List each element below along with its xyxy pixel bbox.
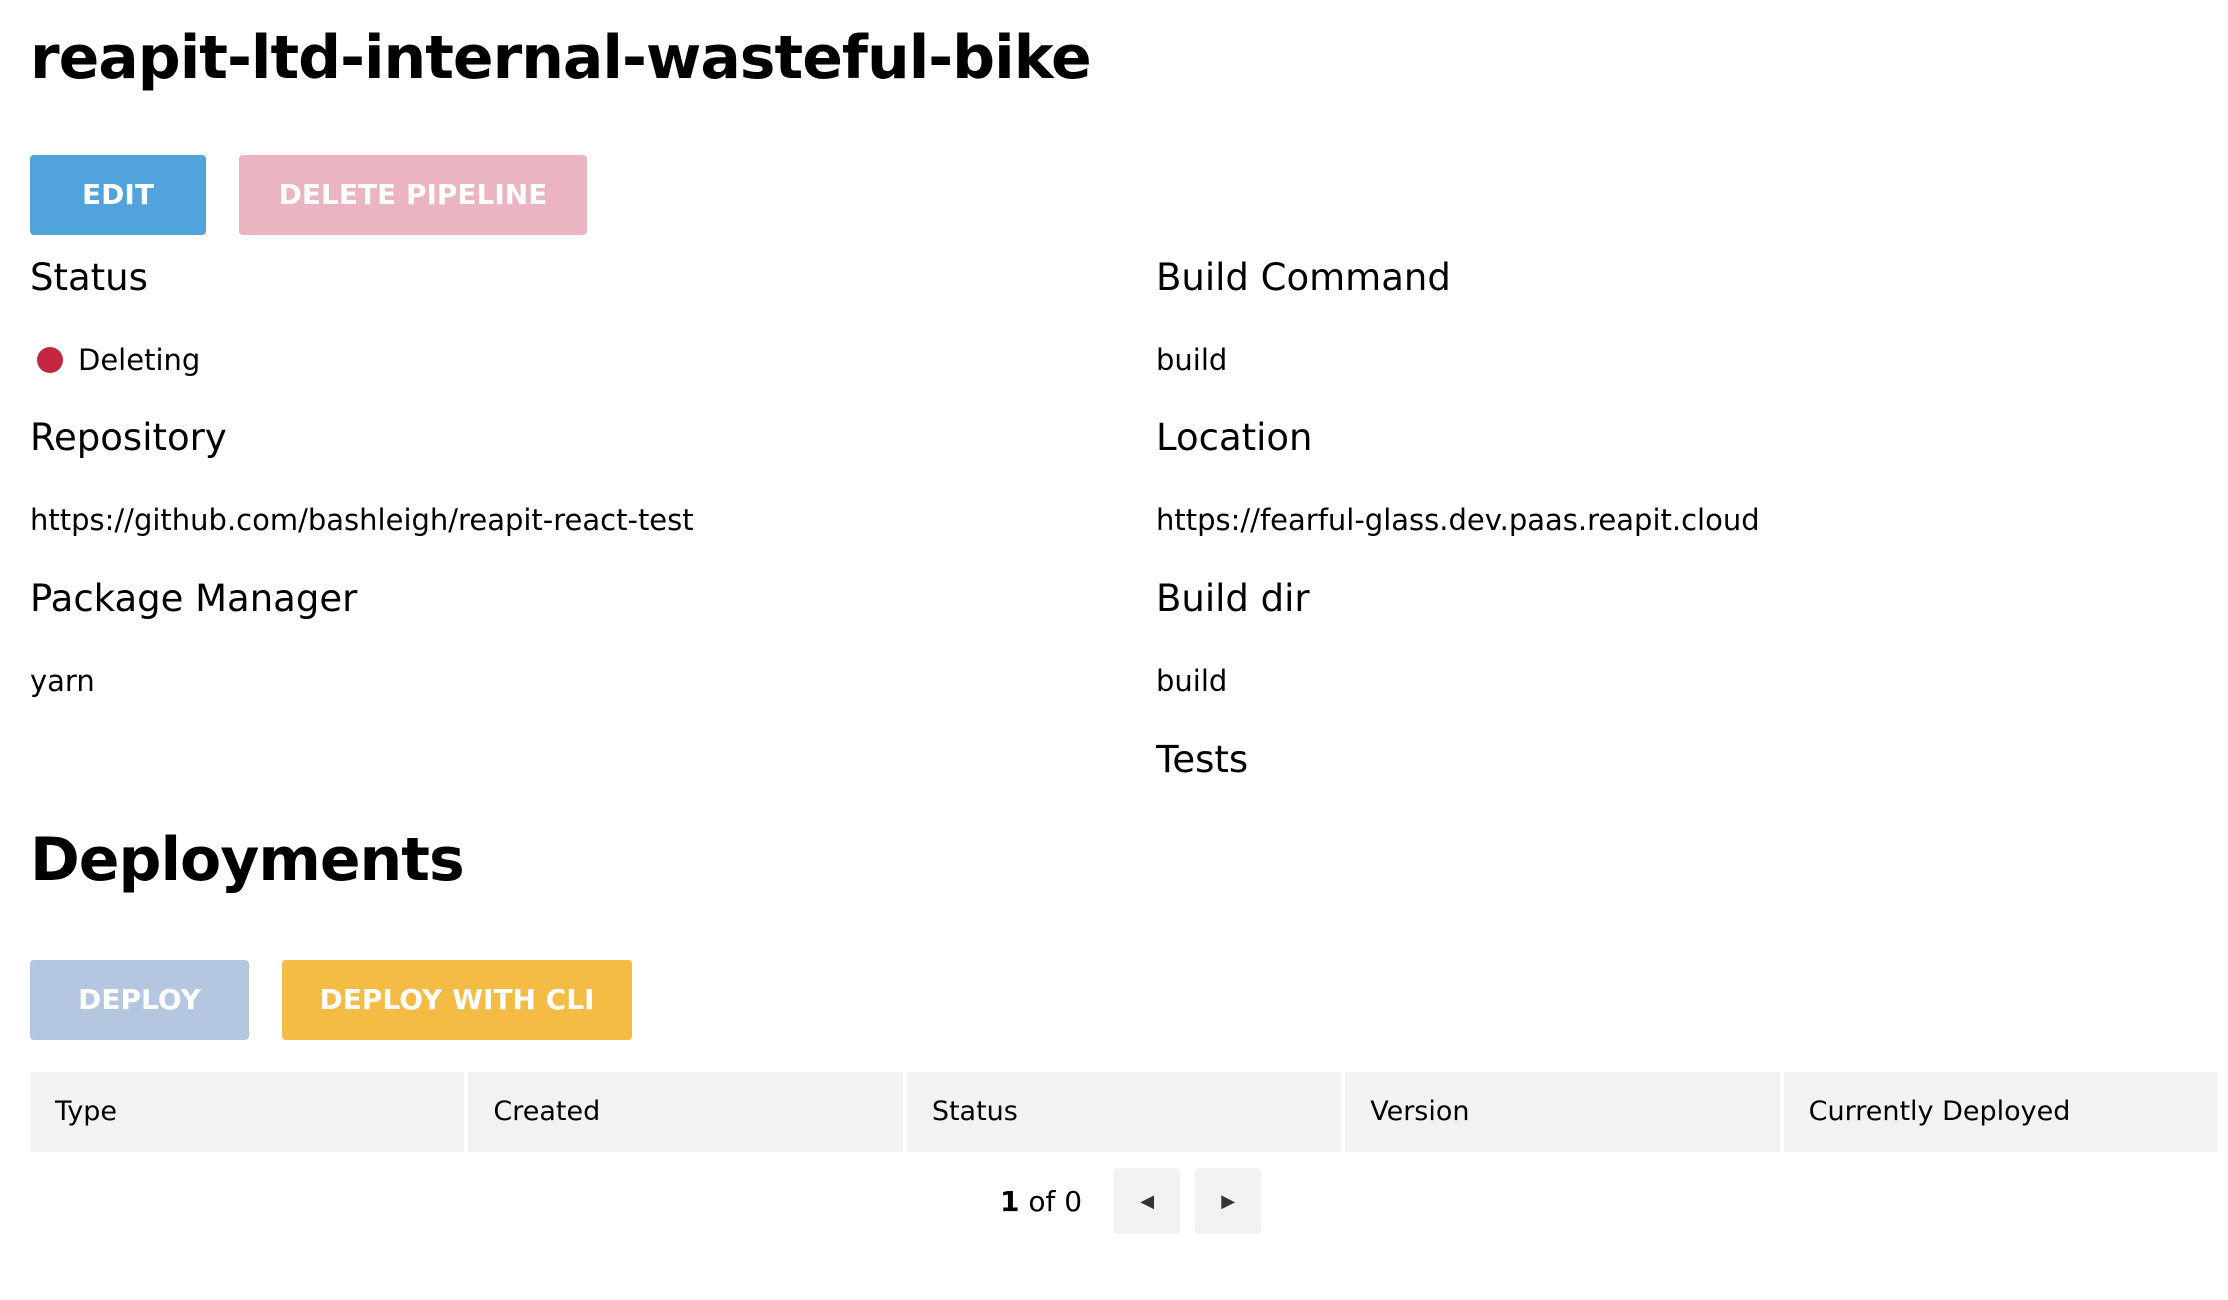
pipeline-page: reapit-ltd-internal-wasteful-bike Edit D…: [0, 0, 2228, 1300]
current-page: 1: [1000, 1184, 1020, 1218]
deployments-title: Deployments: [30, 825, 465, 895]
repository-value: https://github.com/bashleigh/reapit-reac…: [30, 503, 694, 537]
column-header-type: Type: [30, 1072, 465, 1152]
page-info: 1 of 0: [1000, 1185, 1082, 1218]
edit-button[interactable]: Edit: [30, 155, 206, 235]
status-value: Deleting: [78, 343, 201, 377]
column-header-created: Created: [468, 1072, 903, 1152]
pagination: 1 of 0 ◀ ▶: [1000, 1168, 1276, 1234]
column-header-status: Status: [906, 1072, 1342, 1152]
location-label: Location: [1156, 416, 1313, 459]
package-manager-label: Package Manager: [30, 577, 358, 620]
column-header-currently-deployed: Currently Deployed: [1783, 1072, 2219, 1152]
package-manager-value: yarn: [30, 664, 95, 698]
build-command-label: Build Command: [1156, 256, 1451, 299]
location-value: https://fearful-glass.dev.paas.reapit.cl…: [1156, 503, 1760, 537]
repository-label: Repository: [30, 416, 227, 459]
build-dir-value: build: [1156, 664, 1228, 698]
deployments-table-header: Type Created Status Version Currently De…: [30, 1072, 2219, 1152]
page-title: reapit-ltd-internal-wasteful-bike: [30, 23, 1092, 93]
tests-label: Tests: [1156, 738, 1249, 781]
deploy-with-cli-button[interactable]: Deploy with CLI: [282, 960, 632, 1040]
status-label: Status: [30, 256, 148, 299]
prev-page-button[interactable]: ◀: [1114, 1168, 1181, 1234]
caret-left-icon: ◀: [1140, 1190, 1155, 1212]
column-header-version: Version: [1345, 1072, 1780, 1152]
build-command-value: build: [1156, 343, 1228, 377]
delete-pipeline-button[interactable]: Delete Pipeline: [239, 155, 587, 235]
page-of-label: of: [1028, 1184, 1056, 1218]
next-page-button[interactable]: ▶: [1195, 1168, 1262, 1234]
deploy-button[interactable]: Deploy: [30, 960, 249, 1040]
total-pages: 0: [1064, 1184, 1083, 1218]
caret-right-icon: ▶: [1221, 1190, 1236, 1212]
status-indicator-dot: [37, 347, 63, 373]
build-dir-label: Build dir: [1156, 577, 1310, 620]
